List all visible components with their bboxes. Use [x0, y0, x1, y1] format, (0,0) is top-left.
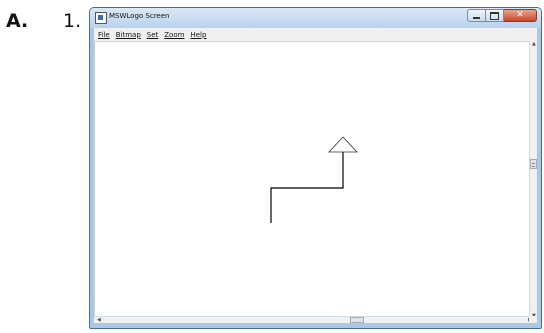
- menu-zoom[interactable]: Zoom: [164, 31, 184, 39]
- title-bar[interactable]: MSWLogo Screen ✕: [90, 8, 541, 28]
- minimize-button[interactable]: [467, 9, 486, 22]
- vertical-scroll-thumb[interactable]: [530, 159, 537, 169]
- minimize-icon: [473, 17, 480, 19]
- turtle-triangle-icon: [328, 136, 358, 153]
- window-title: MSWLogo Screen: [109, 12, 170, 20]
- turtle-path: [270, 152, 344, 223]
- horizontal-scrollbar[interactable]: ◀ ▶: [94, 316, 535, 323]
- menu-file[interactable]: File: [98, 31, 110, 39]
- drawing-canvas[interactable]: [94, 41, 535, 320]
- horizontal-scroll-thumb[interactable]: [350, 317, 364, 323]
- app-icon[interactable]: [95, 12, 107, 24]
- menu-help[interactable]: Help: [190, 31, 206, 39]
- scroll-left-icon[interactable]: ◀: [97, 318, 101, 323]
- maximize-icon: [490, 11, 499, 20]
- caption-buttons: ✕: [467, 9, 537, 22]
- close-button[interactable]: ✕: [504, 9, 537, 22]
- question-number: 1.: [63, 10, 82, 32]
- menu-bar: File Bitmap Set Zoom Help: [94, 28, 537, 41]
- size-grip[interactable]: [529, 316, 537, 323]
- close-icon: ✕: [516, 10, 524, 20]
- turtle-drawing: [270, 136, 358, 223]
- vertical-scrollbar[interactable]: ▲ ▼: [529, 41, 537, 320]
- menu-set[interactable]: Set: [147, 31, 159, 39]
- maximize-button[interactable]: [486, 9, 504, 22]
- mswlogo-window: MSWLogo Screen ✕ File Bitmap Set Zoom He…: [89, 7, 542, 329]
- menu-bitmap[interactable]: Bitmap: [116, 31, 141, 39]
- scroll-up-icon[interactable]: ▲: [532, 42, 536, 47]
- question-letter: A.: [6, 10, 29, 32]
